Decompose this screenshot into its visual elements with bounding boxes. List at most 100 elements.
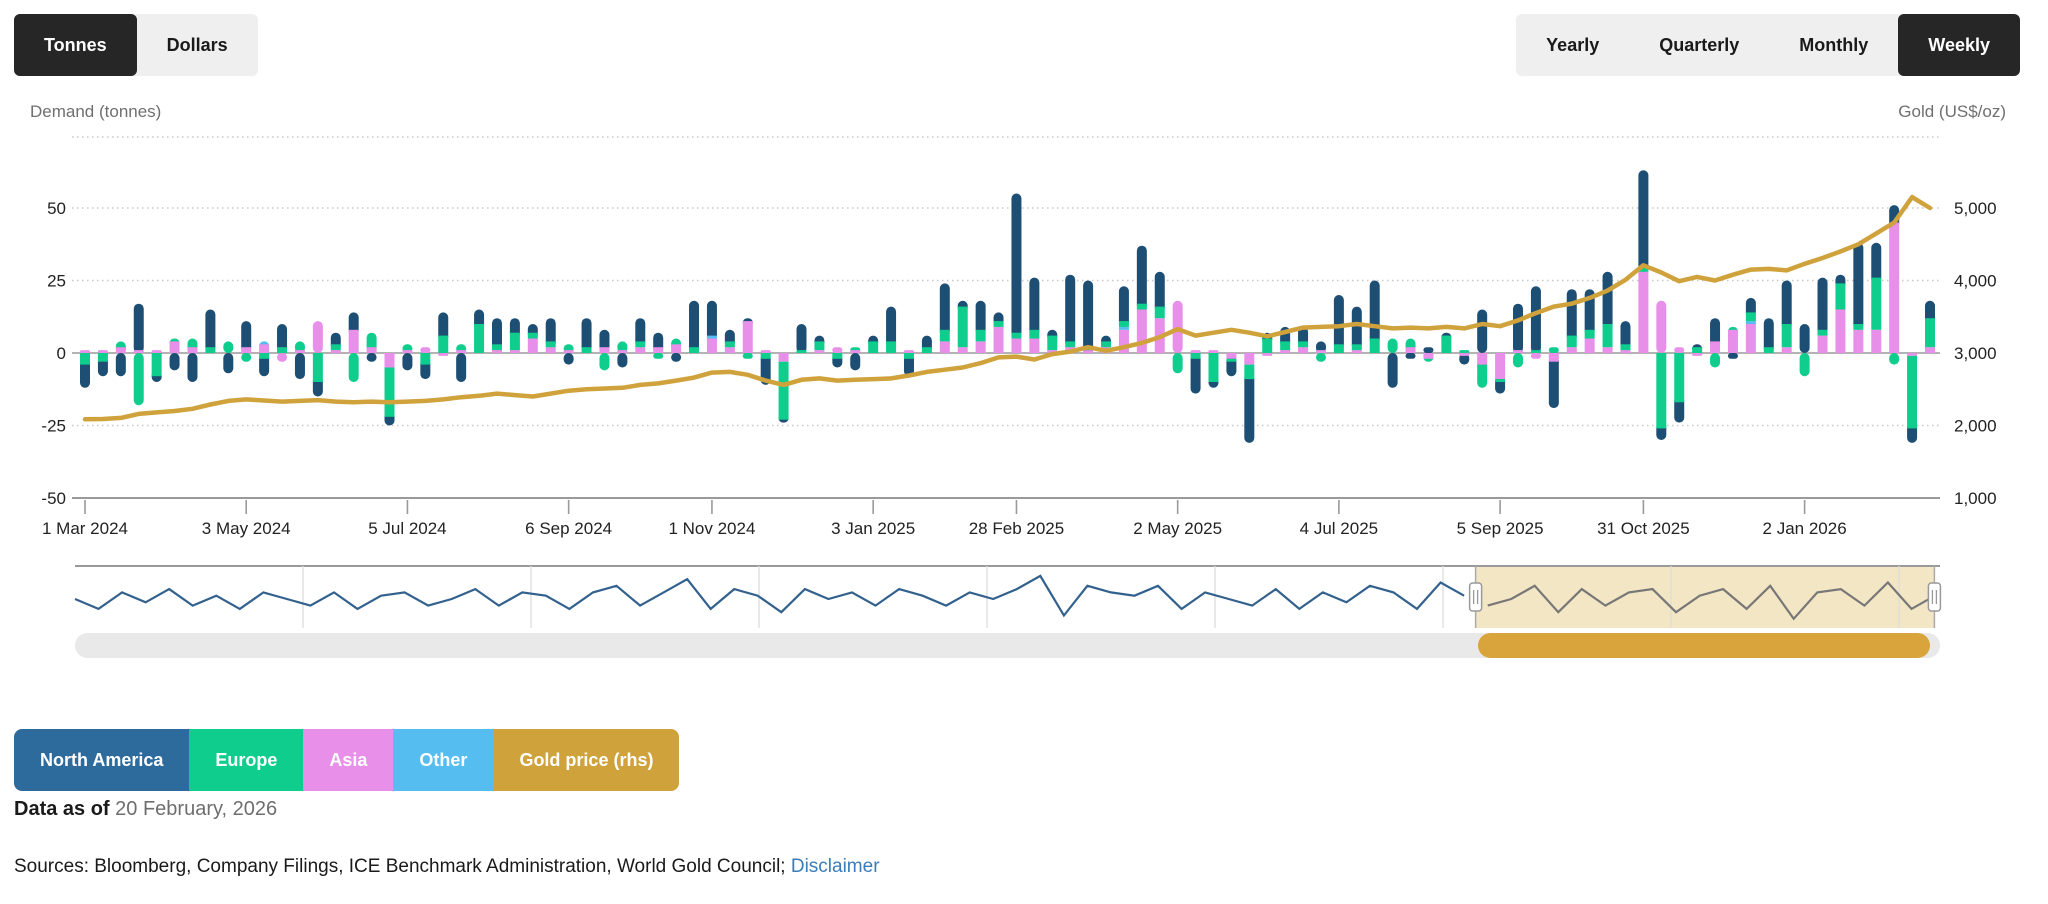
bar-segment[interactable] xyxy=(259,344,269,353)
bar-segment[interactable] xyxy=(492,350,502,353)
legend-chip-asia[interactable]: Asia xyxy=(303,729,393,791)
bar-segment[interactable] xyxy=(1119,321,1129,327)
bar-segment[interactable] xyxy=(313,321,323,353)
bar-segment[interactable] xyxy=(1835,310,1845,354)
bar-segment[interactable] xyxy=(653,347,663,353)
bar-segment[interactable] xyxy=(1907,353,1917,356)
bar-segment[interactable] xyxy=(1316,350,1326,353)
bar-segment[interactable] xyxy=(1388,339,1398,354)
bar-segment[interactable] xyxy=(994,327,1004,353)
bar-segment[interactable] xyxy=(1352,344,1362,350)
bar-segment[interactable] xyxy=(402,350,412,353)
bar-segment[interactable] xyxy=(1782,281,1792,331)
bar-segment[interactable] xyxy=(510,333,520,350)
bar-segment[interactable] xyxy=(1406,353,1416,359)
bar-segment[interactable] xyxy=(1818,330,1828,336)
bar-segment[interactable] xyxy=(241,353,251,362)
bar-segment[interactable] xyxy=(564,350,574,353)
bar-segment[interactable] xyxy=(653,353,663,359)
bar-segment[interactable] xyxy=(1119,286,1129,327)
bar-segment[interactable] xyxy=(868,341,878,353)
bar-segment[interactable] xyxy=(134,304,144,353)
bar-segment[interactable] xyxy=(134,350,144,353)
bar-segment[interactable] xyxy=(1083,281,1093,354)
bar-segment[interactable] xyxy=(331,344,341,350)
bar-segment[interactable] xyxy=(1137,304,1147,310)
bar-segment[interactable] xyxy=(1925,318,1935,347)
bar-segment[interactable] xyxy=(1101,341,1111,347)
bar-segment[interactable] xyxy=(1334,295,1344,350)
bar-segment[interactable] xyxy=(474,324,484,353)
bar-segment[interactable] xyxy=(313,353,323,382)
bar-segment[interactable] xyxy=(385,353,395,368)
navigator[interactable] xyxy=(75,566,1940,628)
bar-segment[interactable] xyxy=(1710,353,1720,368)
bar-segment[interactable] xyxy=(295,350,305,353)
bar-segment[interactable] xyxy=(1531,350,1541,353)
bar-segment[interactable] xyxy=(116,353,126,376)
bar-segment[interactable] xyxy=(1871,243,1881,284)
bar-segment[interactable] xyxy=(1495,379,1505,382)
bar-segment[interactable] xyxy=(1244,353,1254,365)
bar-segment[interactable] xyxy=(187,347,197,353)
bar-segment[interactable] xyxy=(1549,347,1559,353)
bar-segment[interactable] xyxy=(528,333,538,339)
bar-segment[interactable] xyxy=(1871,278,1881,330)
bar-segment[interactable] xyxy=(671,344,681,353)
bar-segment[interactable] xyxy=(599,353,609,370)
bar-segment[interactable] xyxy=(1047,336,1057,351)
bar-segment[interactable] xyxy=(1370,339,1380,354)
bar-segment[interactable] xyxy=(528,339,538,354)
bar-segment[interactable] xyxy=(1567,347,1577,353)
bar-segment[interactable] xyxy=(438,353,448,356)
bar-segment[interactable] xyxy=(152,353,162,376)
bar-segment[interactable] xyxy=(707,339,717,354)
bar-segment[interactable] xyxy=(1208,350,1218,353)
bar-segment[interactable] xyxy=(205,347,215,353)
bar-segment[interactable] xyxy=(1853,330,1863,353)
bar-segment[interactable] xyxy=(886,341,896,353)
bar-segment[interactable] xyxy=(1549,356,1559,408)
bar-segment[interactable] xyxy=(1656,301,1666,353)
bar-segment[interactable] xyxy=(1531,353,1541,359)
bar-segment[interactable] xyxy=(689,301,699,353)
bar-segment[interactable] xyxy=(170,353,180,370)
bar-segment[interactable] xyxy=(1423,347,1433,353)
bar-segment[interactable] xyxy=(134,353,144,405)
navigator-handle-left[interactable] xyxy=(1470,583,1482,611)
bar-segment[interactable] xyxy=(582,347,592,353)
bar-segment[interactable] xyxy=(940,341,950,353)
bar-segment[interactable] xyxy=(1818,336,1828,353)
bar-segment[interactable] xyxy=(116,347,126,353)
bar-segment[interactable] xyxy=(1352,307,1362,351)
bar-segment[interactable] xyxy=(707,301,717,342)
bar-segment[interactable] xyxy=(223,341,233,353)
bar-segment[interactable] xyxy=(1352,350,1362,353)
navigator-scrollbar-thumb[interactable] xyxy=(1478,633,1930,658)
bar-segment[interactable] xyxy=(1603,272,1613,330)
bar-segment[interactable] xyxy=(1459,350,1469,353)
bar-segment[interactable] xyxy=(349,353,359,382)
bar-segment[interactable] xyxy=(1065,275,1075,348)
bar-segment[interactable] xyxy=(1638,170,1648,272)
bar-segment[interactable] xyxy=(1907,356,1917,429)
bar-segment[interactable] xyxy=(1173,353,1183,373)
bar-segment[interactable] xyxy=(420,353,430,365)
bar-segment[interactable] xyxy=(743,321,753,353)
bar-segment[interactable] xyxy=(241,347,251,353)
bar-segment[interactable] xyxy=(1441,336,1451,353)
bar-segment[interactable] xyxy=(1191,353,1201,394)
bar-segment[interactable] xyxy=(940,330,950,342)
bar-segment[interactable] xyxy=(1513,350,1523,353)
disclaimer-link[interactable]: Disclaimer xyxy=(791,856,880,877)
bar-segment[interactable] xyxy=(1710,341,1720,353)
bar-segment[interactable] xyxy=(1567,336,1577,348)
bar-segment[interactable] xyxy=(1244,373,1254,443)
bar-segment[interactable] xyxy=(80,350,90,353)
bar-segment[interactable] xyxy=(1800,353,1810,376)
bar-segment[interactable] xyxy=(1065,341,1075,347)
bar-segment[interactable] xyxy=(1029,339,1039,354)
bar-segment[interactable] xyxy=(1370,281,1380,345)
bar-segment[interactable] xyxy=(779,362,789,420)
bar-segment[interactable] xyxy=(1513,304,1523,353)
